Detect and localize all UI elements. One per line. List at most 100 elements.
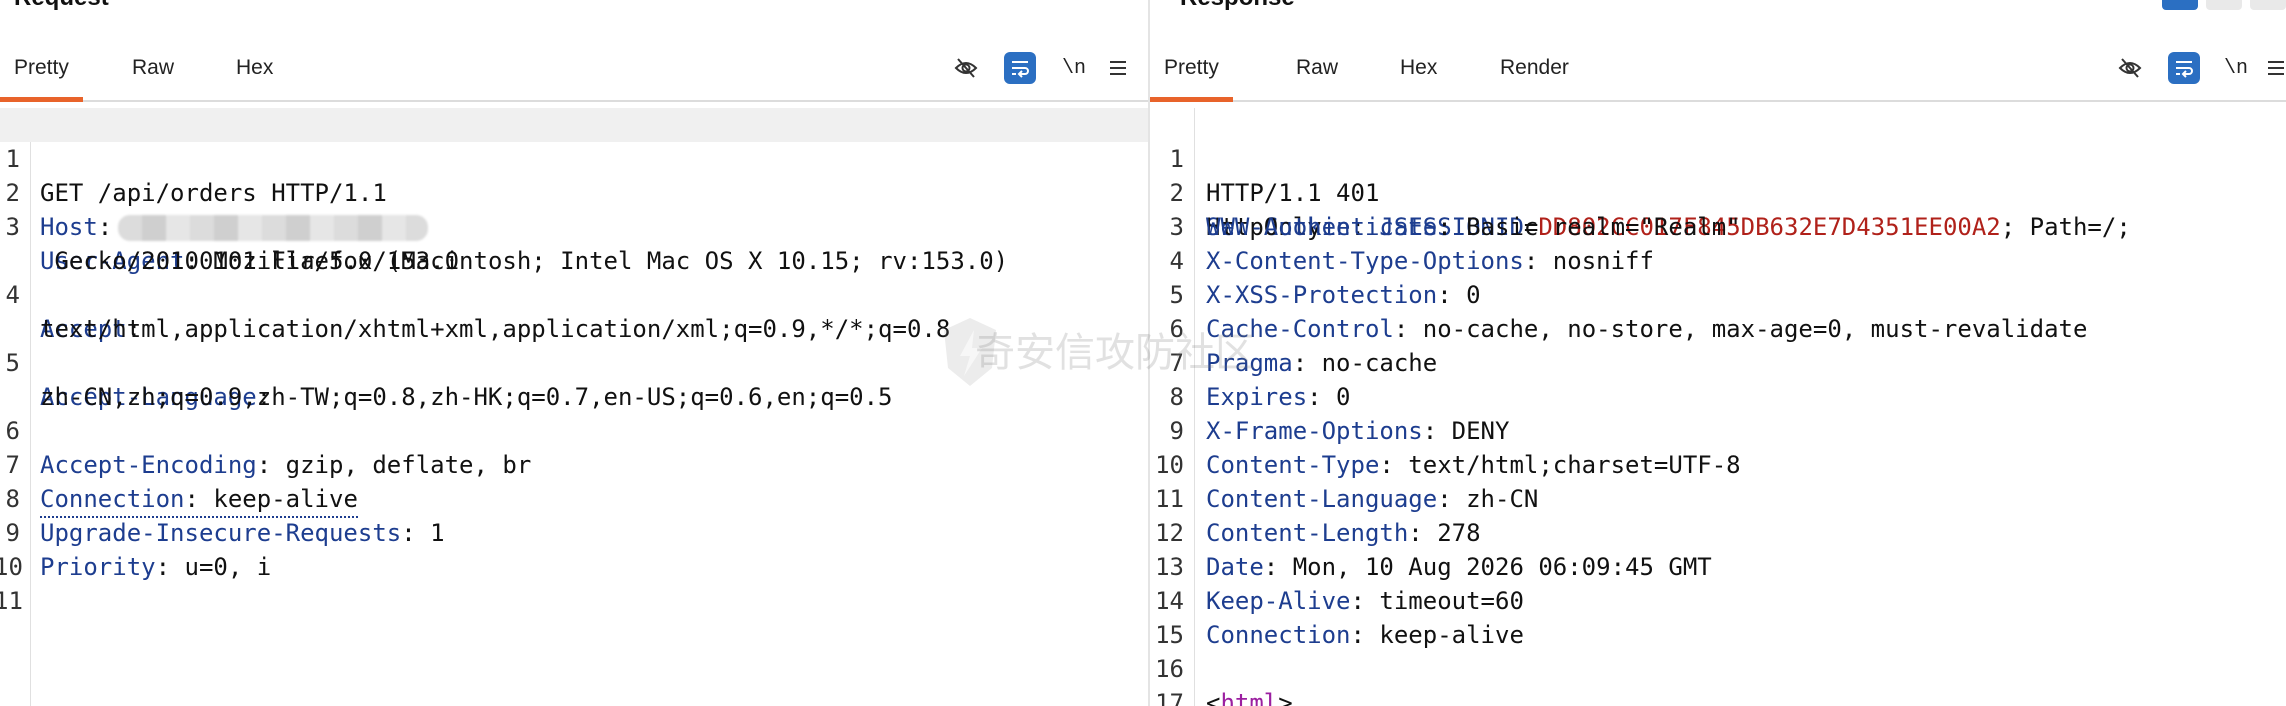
header-value: text/html;charset=UTF-8 [1393,451,1741,479]
header-key: Cache-Control [1206,315,1394,343]
code-line: 11 Content-Language: zh-CN [1150,482,2286,516]
code-line: 1 HTTP/1.1 401 [1150,108,2286,207]
header-value: nosniff [1538,247,1654,275]
code-line: 14 Keep-Alive: timeout=60 [1150,584,2286,618]
header-key: Content-Type [1206,451,1380,479]
header-key: X-XSS-Protection [1206,281,1438,309]
code-line: 15 Connection: keep-alive [1150,618,2286,652]
code-line: 6 Cache-Control: no-cache, no-store, max-… [1150,312,2286,346]
header-value: keep-alive [1364,621,1524,649]
header-key: Content-Language [1206,485,1438,513]
code-line: HttpOnly [1150,176,2286,241]
header-key: Date [1206,553,1264,581]
line-number: 15 [1155,621,1184,649]
tab-hex[interactable]: Hex [1386,44,1451,100]
header-value: no-cache [1307,349,1438,377]
line-number: 13 [1155,553,1184,581]
line-number: 7 [1169,349,1184,377]
tab-raw[interactable]: Raw [118,44,188,100]
header-key: Expires [1206,383,1308,411]
line-number: 5 [1169,281,1184,309]
code-line: 9 Priority: u=0, i [0,482,1148,581]
header-key: Pragma [1206,349,1293,377]
line-number: 17 [1155,689,1184,706]
header-value: 0 [1321,383,1351,411]
header-key: X-Content-Type-Options [1206,247,1524,275]
code-line: 8 Expires: 0 [1150,380,2286,414]
code-line: 10 [0,516,1148,581]
response-title: Response [1180,0,1295,10]
wrap-toggle-icon[interactable] [1004,52,1036,84]
hide-icon[interactable] [950,52,982,84]
code-line: 10 Content-Type: text/html;charset=UTF-8 [1150,448,2286,482]
request-pane: Request Pretty Raw Hex \n 1 GET /api/ord… [0,0,1148,706]
header-value: Mon, 10 Aug 2026 06:09:45 GMT [1278,553,1712,581]
code-line: 9 X-Frame-Options: DENY [1150,414,2286,448]
request-editor[interactable]: 1 GET /api/orders HTTP/1.1 2 Host: 3 Use… [0,108,1148,706]
code-line: 2 Host: [0,142,1148,241]
code-line: 4 Accept: [0,244,1148,343]
code-line: text/html,application/xhtml+xml,applicat… [0,278,1148,343]
line-number: 3 [1169,213,1184,241]
newline-toggle[interactable]: \n [2222,52,2250,84]
tab-raw[interactable]: Raw [1282,44,1352,100]
code-line: 1 GET /api/orders HTTP/1.1 [0,108,1148,207]
line-number: 4 [1169,247,1184,275]
tag-close: > [1278,689,1293,706]
request-title: Request [14,0,109,10]
code-line: 17 <html> [1150,686,2286,706]
code-line: 12 Content-Length: 278 [1150,516,2286,550]
newline-toggle[interactable]: \n [1060,52,1088,84]
code-line: 13 Date: Mon, 10 Aug 2026 06:09:45 GMT [1150,550,2286,584]
line-number: 9 [1169,417,1184,445]
header-value: zh-CN [1451,485,1539,513]
tab-pretty[interactable]: Pretty [1150,44,1233,102]
response-editor[interactable]: 1 HTTP/1.1 401 2 Set-Cookie: JSESSIONID=… [1150,108,2286,706]
code-line: 8 Upgrade-Insecure-Requests: 1 [0,448,1148,547]
code-line: 4 X-Content-Type-Options: nosniff [1150,244,2286,278]
header-key: Keep-Alive [1206,587,1351,615]
wrap-toggle-icon[interactable] [2168,52,2200,84]
code-line: 2 Set-Cookie: JSESSIONID=DD802CC017F845D… [1150,142,2286,241]
header-key: Content-Length [1206,519,1409,547]
code-line: 3 WWW-Authenticate: Basic realm="Realm" [1150,210,2286,244]
layout-vertical-icon[interactable] [2250,0,2286,10]
code-line: 5 X-XSS-Protection: 0 [1150,278,2286,312]
menu-icon[interactable] [1104,52,1132,84]
header-value: DENY [1437,417,1510,445]
menu-icon[interactable] [2266,52,2286,84]
hide-icon[interactable] [2114,52,2146,84]
line-number: 14 [1155,587,1184,615]
tag-name: html [1220,689,1279,706]
code-line: 16 [1150,652,2286,686]
tab-hex[interactable]: Hex [222,44,287,100]
code-line: 3 User-Agent: Mozilla/5.0 (Macintosh; In… [0,176,1148,275]
tab-render[interactable]: Render [1486,44,1583,100]
header-key: WWW-Authenticate [1206,213,1438,241]
code-line: 7 Connection: keep-alive [0,414,1148,518]
line-number: 11 [1155,485,1184,513]
header-key: X-Frame-Options [1206,417,1423,445]
tag-open: < [1206,689,1221,706]
header-value: 278 [1422,519,1481,547]
line-number: 6 [1169,315,1184,343]
response-pane: Response Pretty Raw Hex Render \n 1 HTTP… [1150,0,2286,706]
code-line: Gecko/20100101 Firefox/153.0 [0,210,1148,275]
code-line: 7 Pragma: no-cache [1150,346,2286,380]
header-key: Connection [1206,621,1351,649]
line-number: 10 [1155,451,1184,479]
code-line: zh-CN,zh;q=0.9,zh-TW;q=0.8,zh-HK;q=0.7,e… [0,346,1148,411]
layout-split-icon[interactable] [2162,0,2198,10]
header-value: timeout=60 [1364,587,1524,615]
header-value: Basic realm="Realm" [1451,213,1741,241]
line-number: 11 [0,587,23,615]
line-number: 16 [1155,655,1184,683]
tab-pretty[interactable]: Pretty [0,44,83,102]
line-number: 12 [1155,519,1184,547]
line-number: 8 [1169,383,1184,411]
header-value: 0 [1451,281,1481,309]
layout-horizontal-icon[interactable] [2206,0,2242,10]
code-line: 5 Accept-Language: [0,312,1148,411]
code-line: 6 Accept-Encoding: gzip, deflate, br [0,380,1148,479]
header-value: no-cache, no-store, max-age=0, must-reva… [1408,315,2088,343]
